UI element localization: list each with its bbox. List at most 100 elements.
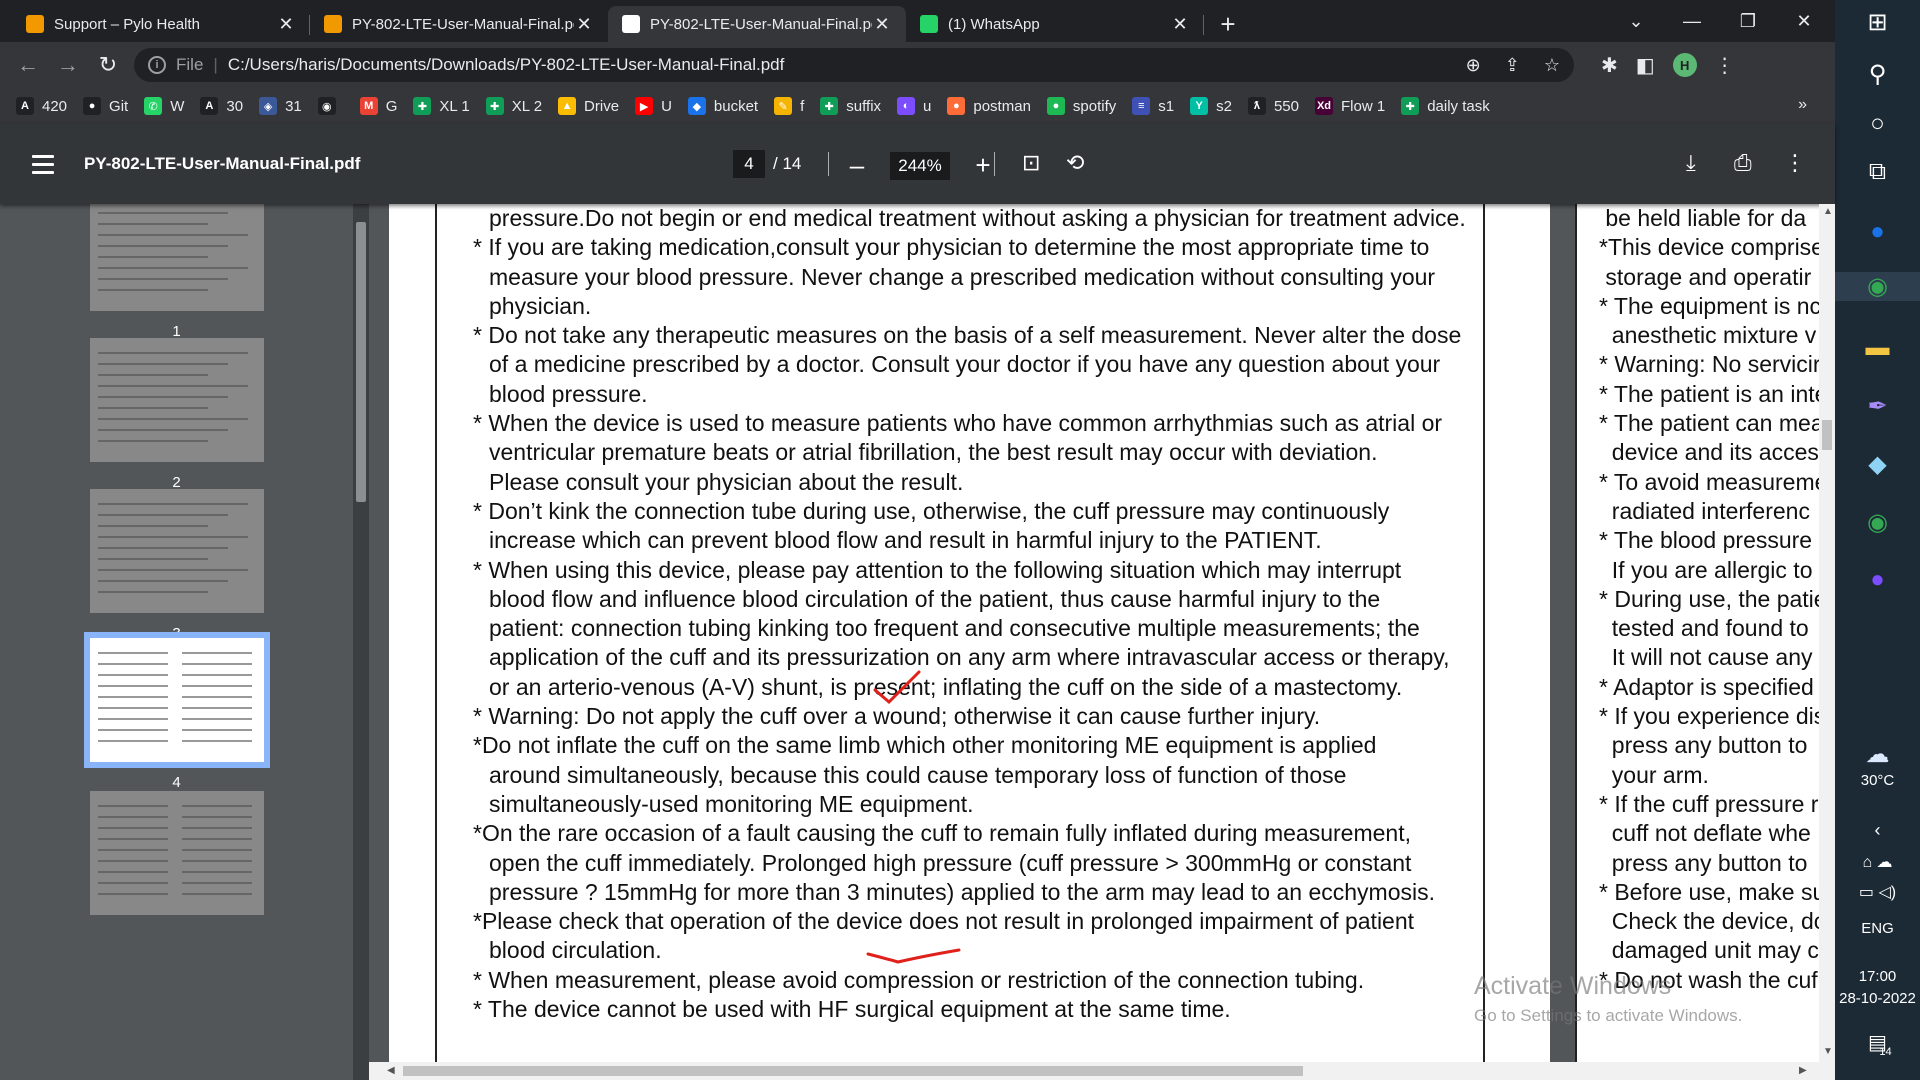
- bookmark-item[interactable]: ▶ U: [635, 97, 672, 115]
- reload-button[interactable]: ↻: [88, 52, 128, 78]
- text-line: * If the cuff pressure r: [1599, 790, 1819, 817]
- download-icon[interactable]: ⤓: [1686, 150, 1696, 176]
- more-options-icon[interactable]: ⋮: [1784, 150, 1806, 176]
- maximize-button[interactable]: ❐: [1720, 11, 1776, 32]
- windows-taskbar: ⊞ ⚲ ○ ⧉ ● ◉ ▬ ✒ ◆ ◉ ● ☁ 30°C ‹ ⌂ ☁ ▭ ◁) …: [1835, 0, 1920, 1080]
- rotate-icon[interactable]: ⟲: [1066, 150, 1084, 176]
- bookmark-item[interactable]: ◉: [317, 97, 344, 115]
- bookmark-item[interactable]: ✚ daily task: [1401, 97, 1490, 115]
- page-thumbnail[interactable]: [90, 204, 264, 311]
- github-app-icon[interactable]: ●: [1835, 566, 1920, 594]
- back-button[interactable]: ←: [8, 52, 48, 78]
- notes-app-icon[interactable]: ◆: [1835, 450, 1920, 479]
- new-tab-button[interactable]: +: [1210, 6, 1246, 42]
- text-line: ventricular premature beats or atrial fi…: [489, 439, 1378, 466]
- vertical-scroll-thumb[interactable]: [1822, 420, 1832, 450]
- bookmark-item[interactable]: ◆ bucket: [687, 97, 758, 115]
- minimize-button[interactable]: —: [1664, 11, 1720, 32]
- cortana-icon[interactable]: ○: [1835, 110, 1920, 138]
- bookmark-item[interactable]: ● spotify: [1046, 97, 1116, 115]
- tab-search-icon[interactable]: ⌄: [1608, 11, 1664, 32]
- chrome-profile-icon[interactable]: ◉: [1835, 508, 1920, 537]
- bookmark-favicon-icon: ✚: [485, 97, 504, 115]
- info-icon[interactable]: i: [148, 56, 166, 74]
- onedrive-icon[interactable]: ⌂ ☁: [1835, 852, 1920, 872]
- page-thumbnail[interactable]: [90, 338, 264, 462]
- bookmark-item[interactable]: ƛ 550: [1247, 97, 1299, 115]
- forward-button[interactable]: →: [48, 52, 88, 78]
- bookmark-favicon-icon: ✎: [774, 97, 793, 115]
- text-line: * The equipment is nc: [1599, 292, 1822, 319]
- windows-start-icon[interactable]: ⊞: [1835, 8, 1920, 37]
- clock-date[interactable]: 28-10-2022: [1835, 990, 1920, 1007]
- activate-windows-watermark: Activate Windows: [1474, 972, 1672, 1000]
- file-explorer-icon[interactable]: ▬: [1835, 334, 1920, 362]
- bookmark-item[interactable]: A 30: [200, 97, 243, 115]
- profile-avatar[interactable]: H: [1672, 53, 1697, 77]
- chrome-menu-icon[interactable]: ⋮: [1715, 53, 1735, 78]
- bookmark-item[interactable]: Ys2: [1190, 97, 1232, 115]
- bookmark-star-icon[interactable]: ☆: [1544, 55, 1560, 76]
- bookmarks-overflow-button[interactable]: »: [1798, 96, 1807, 114]
- bookmark-item[interactable]: ✚ XL 2: [485, 97, 542, 115]
- extensions-puzzle-icon[interactable]: ✱: [1601, 53, 1618, 78]
- bookmark-item[interactable]: ● postman: [947, 97, 1031, 115]
- tray-chevron-icon[interactable]: ‹: [1835, 820, 1920, 841]
- page-number-input[interactable]: 4: [733, 150, 765, 178]
- page-thumbnail[interactable]: [90, 489, 264, 613]
- volume-icon[interactable]: ▭ ◁): [1835, 882, 1920, 902]
- bookmark-item[interactable]: ✚ XL 1: [413, 97, 470, 115]
- language-indicator[interactable]: ENG: [1835, 920, 1920, 937]
- url-text[interactable]: C:/Users/haris/Documents/Downloads/PY-80…: [228, 55, 1442, 75]
- bookmark-item[interactable]: Xd Flow 1: [1315, 97, 1385, 115]
- bookmark-label: u: [923, 97, 932, 115]
- bookmark-item[interactable]: ▲ Drive: [558, 97, 619, 115]
- zoom-icon[interactable]: ⊕: [1466, 55, 1481, 76]
- horizontal-scroll-thumb[interactable]: [403, 1066, 1303, 1076]
- bookmark-item[interactable]: ✎ f: [774, 97, 804, 115]
- chrome-app-icon[interactable]: ◉: [1835, 272, 1920, 301]
- fit-page-icon[interactable]: ⊡: [1022, 150, 1040, 176]
- bookmark-favicon-icon: ▲: [558, 97, 577, 115]
- task-view-icon[interactable]: ⧉: [1835, 158, 1920, 186]
- browser-tab[interactable]: PY-802-LTE-User-Manual-Final.pdf ✕: [608, 6, 906, 42]
- search-icon[interactable]: ⚲: [1835, 60, 1920, 89]
- close-tab-icon[interactable]: ✕: [872, 14, 892, 35]
- vertical-scrollbar[interactable]: ▲ ▼: [1819, 204, 1835, 1062]
- bookmark-item[interactable]: ≡ s1: [1132, 97, 1174, 115]
- zoom-out-button[interactable]: –: [842, 150, 872, 181]
- bookmark-label: suffix: [846, 97, 882, 115]
- sidebar-scrollbar[interactable]: [353, 204, 369, 1080]
- close-tab-icon[interactable]: ✕: [276, 14, 296, 35]
- clock-time[interactable]: 17:00: [1835, 968, 1920, 985]
- bookmark-item[interactable]: ✆ W: [144, 97, 184, 115]
- zoom-level-input[interactable]: 244%: [890, 151, 950, 180]
- bookmark-item[interactable]: ◐ u: [897, 97, 931, 115]
- close-tab-icon[interactable]: ✕: [574, 14, 594, 35]
- page-thumbnail[interactable]: [90, 791, 264, 915]
- omnibox[interactable]: i File | C:/Users/haris/Documents/Downlo…: [134, 48, 1574, 82]
- weather-cloud-icon[interactable]: ☁: [1835, 740, 1920, 769]
- page-thumbnail[interactable]: [84, 632, 270, 768]
- feather-app-icon[interactable]: ✒: [1835, 392, 1920, 421]
- menu-icon[interactable]: [32, 154, 54, 174]
- bookmark-item[interactable]: ◈ 31: [259, 97, 302, 115]
- share-icon[interactable]: ⇪: [1505, 55, 1520, 76]
- bookmark-item[interactable]: ✚ suffix: [820, 97, 881, 115]
- bookmark-item[interactable]: ● Git: [83, 97, 128, 115]
- divider: |: [213, 55, 218, 74]
- maps-app-icon[interactable]: ●: [1835, 218, 1920, 246]
- browser-tab[interactable]: (1) WhatsApp ✕: [906, 6, 1204, 42]
- browser-tab[interactable]: PY-802-LTE-User-Manual-Final.pdf ✕: [310, 6, 608, 42]
- bookmark-item[interactable]: MG: [359, 97, 397, 115]
- close-window-button[interactable]: ✕: [1776, 11, 1832, 32]
- print-icon[interactable]: ⎙: [1734, 150, 1752, 176]
- horizontal-scrollbar[interactable]: ◀ ▶: [369, 1062, 1835, 1080]
- text-line: patient: connection tubing kinking too f…: [489, 615, 1420, 642]
- browser-tab[interactable]: Support – Pylo Health ✕: [12, 6, 310, 42]
- bookmark-item[interactable]: A 420: [16, 97, 67, 115]
- text-line: * Warning: No servicir: [1599, 351, 1821, 378]
- close-tab-icon[interactable]: ✕: [1170, 14, 1190, 35]
- text-line: simultaneously-used monitoring ME equipm…: [489, 790, 974, 817]
- side-panel-icon[interactable]: ◧: [1636, 53, 1655, 78]
